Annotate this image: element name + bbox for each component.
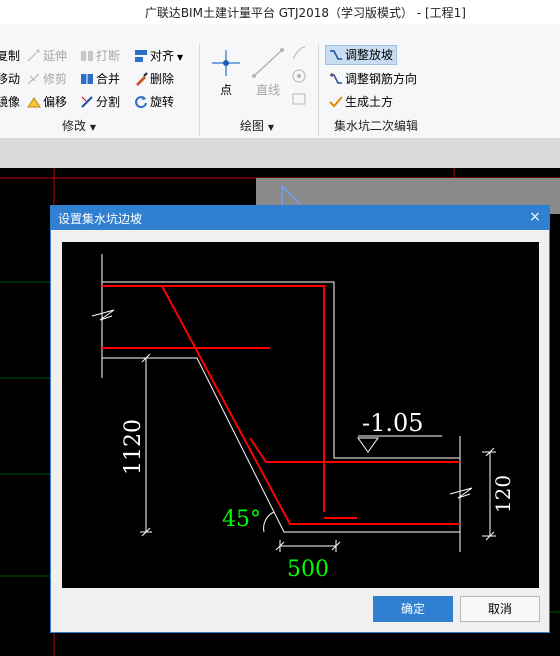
thickness-dimension-text: 120: [491, 475, 515, 513]
sump-edit-group-label: 集水坑二次编辑: [334, 119, 419, 133]
point-label: 点: [219, 83, 232, 97]
merge-button[interactable]: 合并: [80, 69, 120, 89]
merge-icon: [81, 74, 93, 84]
line-label: 直线: [255, 83, 280, 97]
mirror-label: 镜像: [0, 95, 21, 109]
copy-label: 复制: [0, 49, 21, 63]
modify-group-label: 修改 ▼: [62, 119, 96, 133]
rectangle-icon[interactable]: [291, 91, 307, 107]
elevation-marker-icon: [357, 437, 379, 453]
rotate-icon: [135, 96, 147, 109]
dialog-title-bar[interactable]: 设置集水坑边坡 ×: [51, 206, 549, 230]
dialog-title: 设置集水坑边坡: [58, 212, 143, 226]
ok-button[interactable]: 确定: [373, 596, 453, 622]
offset-icon: [27, 97, 41, 108]
generate-earthwork-label: 生成土方: [345, 95, 394, 109]
align-dropdown-icon[interactable]: ▼: [177, 53, 183, 62]
draw-line-button[interactable]: 直线: [250, 48, 286, 100]
extend-button[interactable]: 延伸: [27, 46, 67, 66]
group-divider: [199, 44, 200, 136]
angle-text: 45°: [222, 507, 261, 532]
chevron-down-icon: ▼: [89, 123, 96, 132]
rotate-label: 旋转: [150, 95, 175, 109]
move-button[interactable]: 移动: [0, 69, 20, 89]
set-sump-slope-dialog: 设置集水坑边坡 × 1120 -1.05 45° 500 120 确定 取消: [50, 205, 550, 633]
offset-button[interactable]: 偏移: [27, 92, 67, 112]
adjust-slope-button[interactable]: 调整放坡: [325, 45, 398, 65]
width-dimension-line: [275, 540, 341, 552]
adjust-rebar-direction-button[interactable]: 调整钢筋方向: [329, 69, 417, 89]
angle-arc: [263, 511, 275, 533]
merge-label: 合并: [96, 72, 121, 86]
adjust-rebar-direction-label: 调整钢筋方向: [345, 72, 418, 86]
point-icon: [212, 50, 240, 76]
trim-icon: [27, 73, 40, 85]
adjust-slope-icon: [330, 50, 342, 60]
mirror-button[interactable]: 镜像: [0, 92, 20, 112]
copy-button[interactable]: 复制: [0, 46, 20, 66]
extend-label: 延伸: [43, 49, 68, 63]
delete-label: 删除: [150, 72, 175, 86]
draw-group-label: 绘图 ▼: [240, 119, 274, 133]
delete-button[interactable]: 删除: [134, 69, 174, 89]
arc-icon[interactable]: [291, 45, 307, 61]
rebar-top: [102, 285, 325, 512]
break-label: 打断: [96, 49, 121, 63]
depth-dimension-text: 1120: [121, 419, 146, 475]
break-symbol-right: [449, 487, 473, 499]
generate-earthwork-button[interactable]: 生成土方: [329, 92, 393, 112]
trim-button[interactable]: 修剪: [27, 69, 67, 89]
split-label: 分割: [96, 95, 121, 109]
slope-diagram: 1120 -1.05 45° 500 120: [62, 242, 539, 588]
circle-icon[interactable]: [291, 68, 307, 84]
trim-label: 修剪: [43, 72, 68, 86]
group-divider: [318, 44, 319, 136]
move-label: 移动: [0, 72, 21, 86]
generate-earthwork-icon: [329, 96, 343, 108]
chevron-down-icon: ▼: [267, 123, 274, 132]
app-title: 广联达BIM土建计量平台 GTJ2018（学习版模式） - [工程1]: [144, 6, 466, 20]
ribbon: 复制 移动 镜像 延伸 修剪 偏移 打断 合并 分割 对齐 ▼ 删除 旋转 修改 …: [0, 24, 560, 138]
split-icon: [81, 96, 93, 108]
align-button[interactable]: 对齐 ▼: [134, 46, 183, 66]
width-dimension-text: 500: [287, 557, 329, 582]
rebar-slope: [161, 285, 460, 525]
break-symbol-left: [91, 309, 115, 321]
adjust-rebar-direction-icon: [330, 73, 342, 84]
break-button[interactable]: 打断: [80, 46, 120, 66]
split-button[interactable]: 分割: [80, 92, 120, 112]
break-icon: [81, 51, 93, 61]
draw-point-button[interactable]: 点: [208, 48, 244, 100]
toolbar-strip: [0, 138, 560, 168]
align-label: 对齐: [150, 49, 175, 63]
delete-icon: [136, 72, 148, 86]
offset-label: 偏移: [43, 95, 68, 109]
elevation-text: -1.05: [362, 409, 424, 437]
adjust-slope-label: 调整放坡: [345, 48, 394, 62]
window-title-bar: 广联达BIM土建计量平台 GTJ2018（学习版模式） - [工程1]: [0, 0, 560, 24]
line-icon: [252, 48, 284, 78]
extend-icon: [27, 49, 40, 62]
rotate-button[interactable]: 旋转: [134, 92, 174, 112]
align-icon: [135, 50, 147, 62]
close-icon[interactable]: ×: [527, 209, 543, 225]
cancel-button[interactable]: 取消: [460, 596, 540, 622]
slope-diagram-svg: 1120 -1.05 45° 500 120: [91, 254, 515, 582]
